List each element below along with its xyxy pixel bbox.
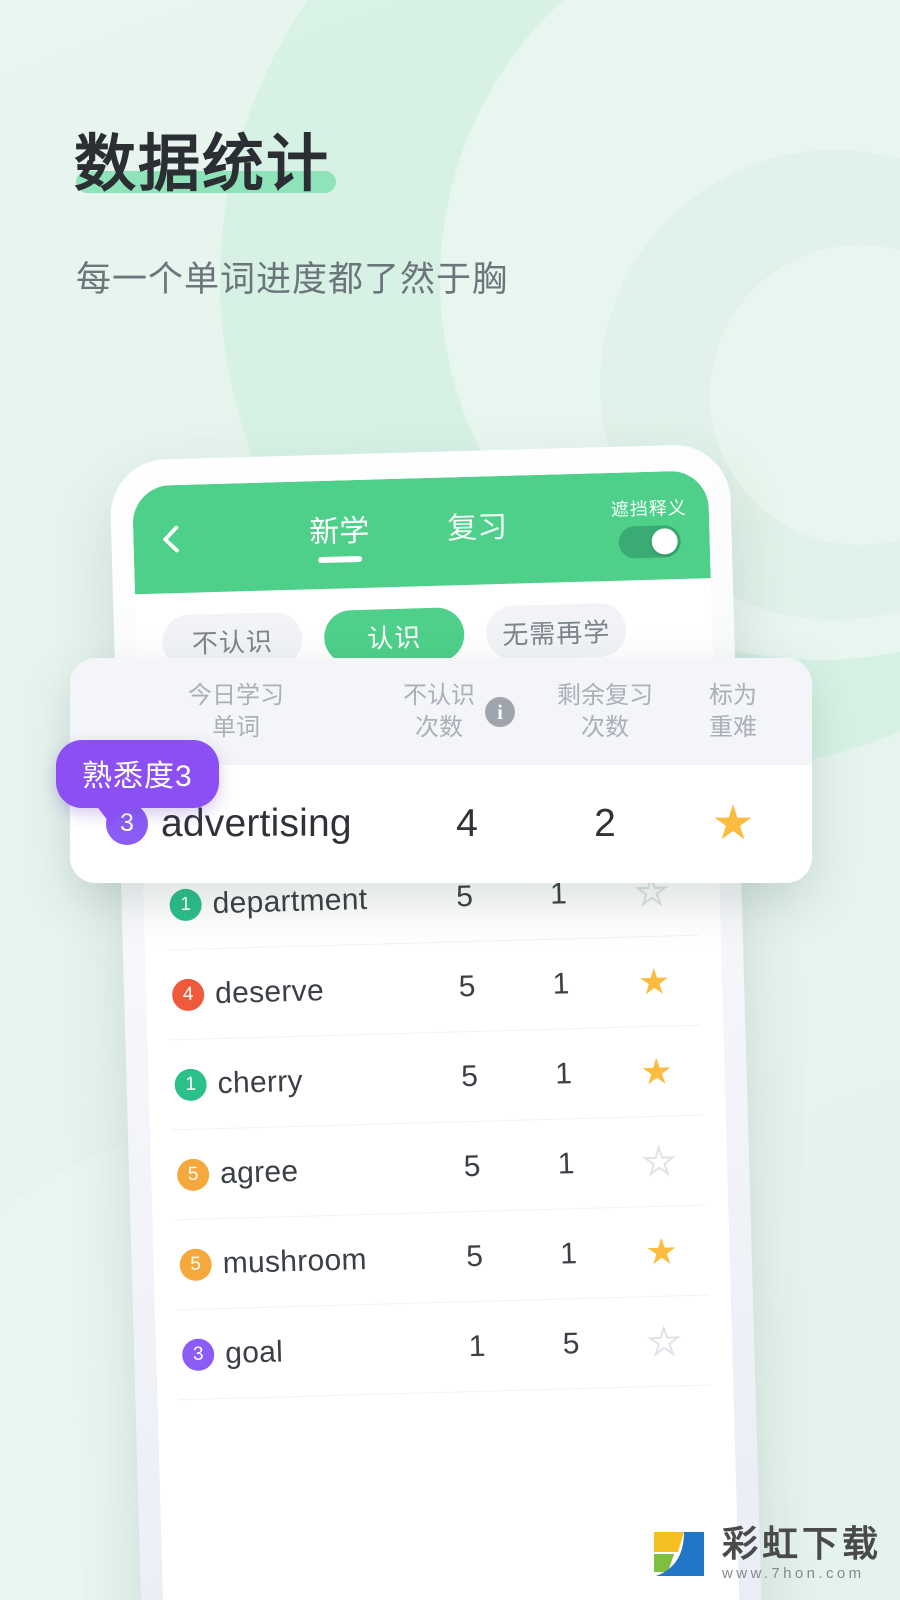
overlay-column-header-remaining: 剩余复习 次数 xyxy=(536,680,674,745)
tab-review[interactable]: 复习 xyxy=(447,502,509,560)
phone-screen: 新学 复习 遮挡释义 不认识 认识 无需再学 今日学习 xyxy=(131,470,741,1600)
word-cell: 4 deserve xyxy=(168,971,421,1012)
tooltip-pointer-icon xyxy=(96,805,126,825)
unknown-count-cell: 5 xyxy=(458,969,476,1004)
overlay-header-mark-line1: 标为 xyxy=(709,682,757,709)
mark-difficult-cell[interactable]: ★ xyxy=(608,960,701,1002)
word-label: goal xyxy=(224,1335,284,1370)
back-button[interactable] xyxy=(153,515,200,562)
word-cell: 1 cherry xyxy=(170,1061,423,1102)
overlay-header-remaining-line1: 剩余复习 xyxy=(557,682,653,709)
familiarity-badge: 3 xyxy=(181,1338,215,1372)
info-icon[interactable]: i xyxy=(485,697,515,728)
chevron-left-icon xyxy=(162,524,191,554)
star-icon-empty[interactable]: ★ xyxy=(646,1319,681,1363)
mask-definition-label: 遮挡释义 xyxy=(610,497,688,520)
filter-pill-no-restudy[interactable]: 无需再学 xyxy=(485,602,627,661)
word-label: deserve xyxy=(214,974,325,1011)
mark-difficult-cell[interactable]: ★ xyxy=(615,1230,708,1272)
unknown-count-cell: 5 xyxy=(463,1149,481,1184)
unknown-count-cell: 1 xyxy=(468,1329,486,1364)
rainbow-logo-icon xyxy=(648,1522,710,1584)
table-row[interactable]: 4 deserve 5 1 ★ xyxy=(166,936,702,1041)
word-cell: 5 agree xyxy=(173,1151,426,1192)
page-title: 数据统计 xyxy=(74,130,331,199)
overlay-row-remaining-reviews: 2 xyxy=(594,801,616,845)
remaining-reviews-cell: 1 xyxy=(559,1237,578,1271)
toggle-switch[interactable] xyxy=(618,524,682,559)
overlay-row-word: advertising xyxy=(161,801,352,845)
unknown-count-cell: 5 xyxy=(455,879,474,914)
remaining-reviews-cell: 1 xyxy=(557,1147,575,1181)
overlay-header-unknown-line2: 次数 xyxy=(415,714,463,742)
page-title-wrap: 数据统计 xyxy=(74,130,337,199)
mark-difficult-cell[interactable]: ★ xyxy=(613,1139,706,1183)
familiarity-badge: 4 xyxy=(171,978,205,1012)
mark-difficult-cell[interactable]: ★ xyxy=(618,1319,711,1363)
familiarity-tooltip-label: 熟悉度3 xyxy=(56,740,219,808)
watermark-url: www.7hon.com xyxy=(721,1564,865,1582)
filter-pill-known[interactable]: 认识 xyxy=(323,607,465,665)
word-label: cherry xyxy=(217,1064,304,1101)
overlay-header-word-line1: 今日学习 xyxy=(188,682,284,709)
word-cell: 3 goal xyxy=(178,1331,431,1372)
table-row[interactable]: 5 mushroom 5 1 ★ xyxy=(174,1205,709,1311)
header-tabs: 新学 复习 xyxy=(205,499,612,566)
overlay-header-remaining-line2: 次数 xyxy=(581,714,629,742)
overlay-row-unknown-count: 4 xyxy=(456,801,478,845)
overlay-column-header-mark: 标为 重难 xyxy=(674,680,792,745)
familiarity-badge: 5 xyxy=(176,1158,210,1192)
familiarity-badge: 1 xyxy=(174,1068,208,1102)
word-label: agree xyxy=(219,1154,299,1191)
site-watermark: 彩虹下载 www.7hon.com xyxy=(648,1522,882,1584)
word-cell: 5 mushroom xyxy=(175,1241,428,1282)
word-label: mushroom xyxy=(222,1242,368,1280)
page-subtitle: 每一个单词进度都了然于胸 xyxy=(76,259,509,299)
overlay-column-header-word: 今日学习 单词 xyxy=(90,680,382,745)
promo-page: 数据统计 每一个单词进度都了然于胸 新学 复习 遮挡释义 不认识 认识 无需再学… xyxy=(0,0,900,1600)
unknown-count-cell: 5 xyxy=(460,1059,479,1094)
headline-block: 数据统计 每一个单词进度都了然于胸 xyxy=(74,130,774,302)
word-label: department xyxy=(212,882,368,921)
overlay-row-word-cell: 3 advertising xyxy=(90,802,398,846)
tab-new-study[interactable]: 新学 xyxy=(309,506,371,564)
mask-definition-toggle[interactable]: 遮挡释义 xyxy=(610,493,688,559)
star-icon-empty[interactable]: ★ xyxy=(641,1139,676,1183)
unknown-count-cell: 5 xyxy=(465,1239,484,1274)
star-icon-filled[interactable]: ★ xyxy=(637,960,670,1002)
overlay-header-unknown-lines: 不认识 次数 xyxy=(403,680,475,745)
overlay-header-mark-line2: 重难 xyxy=(709,714,757,742)
phone-mockup: 新学 复习 遮挡释义 不认识 认识 无需再学 今日学习 xyxy=(109,443,763,1600)
overlay-column-header-unknown: 不认识 次数 i xyxy=(382,680,536,745)
table-row[interactable]: 3 goal 1 5 ★ xyxy=(176,1295,712,1401)
remaining-reviews-cell: 1 xyxy=(554,1057,573,1091)
watermark-title: 彩虹下载 xyxy=(721,1522,882,1564)
table-row[interactable]: 1 cherry 5 1 ★ xyxy=(169,1026,704,1131)
app-header: 新学 复习 遮挡释义 xyxy=(131,470,711,595)
familiarity-tooltip: 熟悉度3 xyxy=(56,740,219,825)
star-icon-filled[interactable]: ★ xyxy=(645,1230,678,1272)
familiarity-badge: 5 xyxy=(179,1248,213,1282)
familiarity-badge: 1 xyxy=(169,888,203,922)
mark-difficult-cell[interactable]: ★ xyxy=(610,1050,703,1092)
star-icon-filled[interactable]: ★ xyxy=(640,1050,673,1092)
overlay-header-unknown-line1: 不认识 xyxy=(403,682,475,709)
star-icon-filled[interactable]: ★ xyxy=(674,799,792,848)
table-row[interactable]: 5 agree 5 1 ★ xyxy=(171,1115,707,1221)
watermark-text: 彩虹下载 www.7hon.com xyxy=(721,1522,882,1582)
remaining-reviews-cell: 5 xyxy=(562,1327,580,1361)
remaining-reviews-cell: 1 xyxy=(552,967,570,1001)
toggle-knob xyxy=(651,527,679,555)
word-cell: 1 department xyxy=(165,881,418,922)
